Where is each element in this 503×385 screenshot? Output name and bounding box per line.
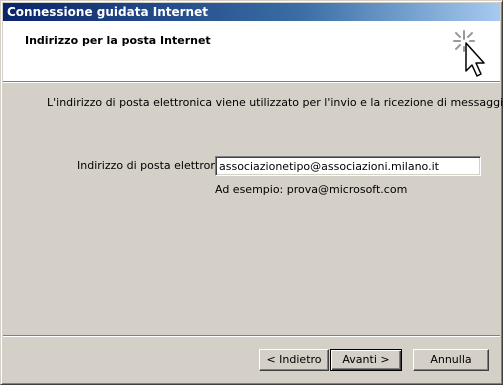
email-field-label: Indirizzo di posta elettronica:	[77, 159, 237, 172]
cancel-button[interactable]: Annulla	[413, 349, 489, 371]
next-button[interactable]: Avanti >	[330, 349, 402, 371]
window-title: Connessione guidata Internet	[7, 5, 208, 19]
title-bar[interactable]: Connessione guidata Internet	[3, 3, 500, 21]
header-divider	[3, 81, 500, 83]
email-field[interactable]	[215, 156, 481, 176]
email-example-text: Ad esempio: prova@microsoft.com	[215, 183, 408, 196]
back-button[interactable]: < Indietro	[259, 349, 329, 371]
wizard-header: Indirizzo per la posta Internet	[3, 21, 500, 81]
page-title: Indirizzo per la posta Internet	[25, 34, 211, 47]
intro-text: L'indirizzo di posta elettronica viene u…	[47, 96, 503, 109]
footer-divider	[3, 335, 500, 337]
wizard-window: Connessione guidata Internet Indirizzo p…	[0, 0, 503, 385]
wizard-sparkle-cursor-icon	[453, 30, 485, 77]
